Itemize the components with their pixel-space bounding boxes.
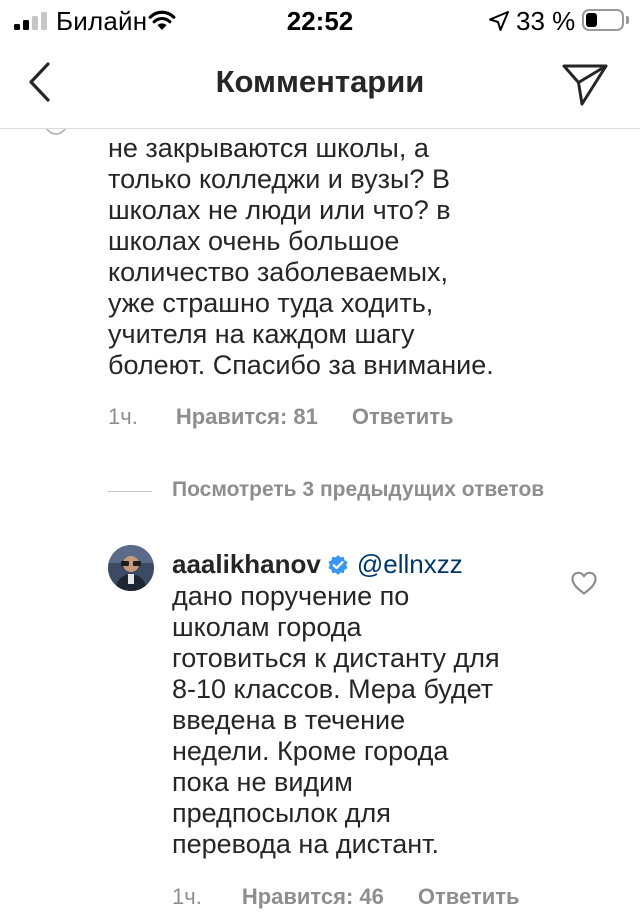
username-link[interactable]: aaalikhanov [172,549,321,579]
reply-button[interactable]: Ответить [418,884,520,909]
avatar[interactable] [40,129,72,135]
comment-time: 1ч. [108,404,138,429]
verified-badge-icon [327,552,349,583]
battery-tip [626,16,629,24]
reply-header: aaalikhanov @ellnxzz [172,549,463,583]
battery-level [586,13,597,27]
comments-list[interactable]: не закрываются школы, а только колледжи … [0,129,640,920]
reply-button[interactable]: Ответить [352,404,454,429]
view-previous-replies-label: Посмотреть 3 предыдущих ответов [172,478,545,501]
comment-likes-button[interactable]: Нравится: 81 [176,404,318,429]
page-title: Комментарии [215,64,425,99]
replies-divider [108,491,152,492]
reply-time: 1ч. [172,884,202,909]
reply-text: дано поручение по школам города готовить… [172,581,500,859]
avatar[interactable] [108,545,154,591]
paper-plane-icon [562,64,608,106]
reply-meta: 1ч. Нравится: 46 Ответить [172,884,520,910]
location-arrow-icon [488,10,510,37]
comment-meta: 1ч. Нравится: 81 Ответить [108,404,454,430]
comment-text: не закрываются школы, а только колледжи … [108,133,494,380]
share-button[interactable] [558,58,612,110]
like-button[interactable] [570,570,598,596]
status-bar: Билайн 22:52 33 % [0,0,640,42]
navigation-bar: Комментарии [0,42,640,129]
reply-likes-button[interactable]: Нравится: 46 [242,884,384,909]
battery-icon [582,9,624,31]
heart-outline-icon [571,571,597,595]
mention-link[interactable]: @ellnxzz [357,549,463,579]
battery-percent: 33 % [516,6,576,36]
